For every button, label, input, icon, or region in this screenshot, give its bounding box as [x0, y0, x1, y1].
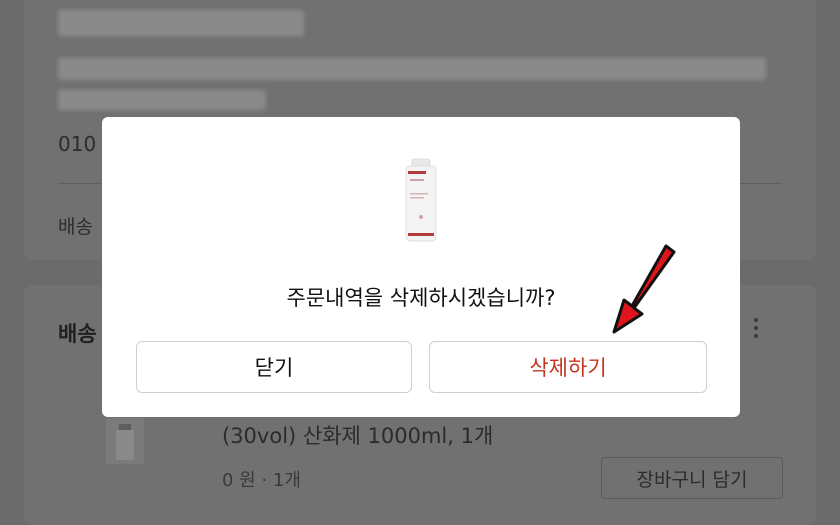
- shipping-label-partial: 배송: [58, 216, 93, 238]
- blurred-address-line-1: [58, 58, 766, 80]
- phone-number-partial: 010: [58, 132, 97, 156]
- close-button[interactable]: 닫기: [136, 341, 412, 393]
- product-bottle-image: [405, 158, 437, 242]
- delete-button[interactable]: 삭제하기: [429, 341, 707, 393]
- product-thumbnail[interactable]: [106, 418, 144, 464]
- price-quantity: 0 원 · 1개: [222, 470, 301, 491]
- add-to-cart-button[interactable]: 장바구니 담기: [601, 457, 783, 499]
- annotation-arrow-icon: [612, 244, 676, 334]
- blurred-address-line-2: [58, 90, 266, 110]
- more-options-icon[interactable]: [754, 318, 760, 342]
- section-title-partial: 배송: [58, 322, 97, 346]
- product-name[interactable]: (30vol) 산화제 1000ml, 1개: [222, 420, 493, 450]
- blurred-customer-name: [58, 10, 304, 36]
